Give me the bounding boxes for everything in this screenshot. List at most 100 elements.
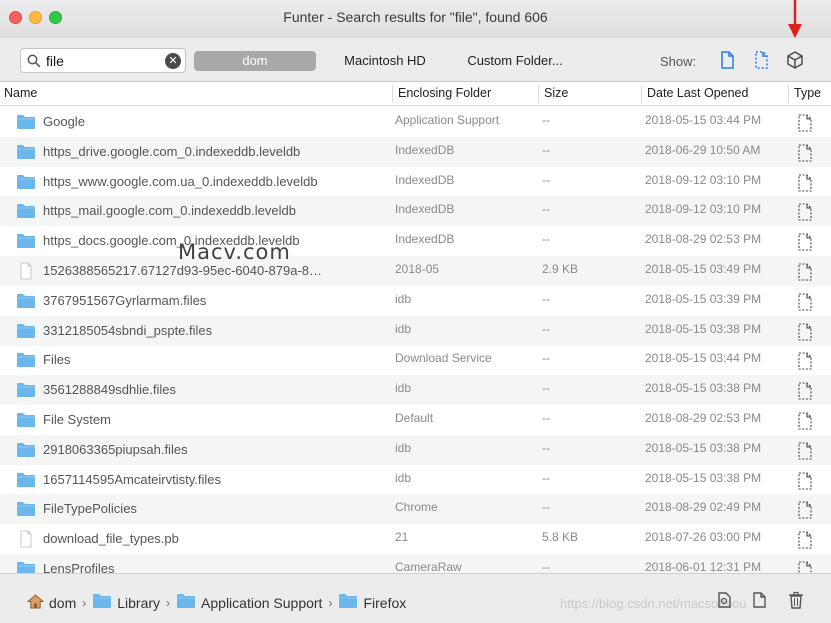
show-packages-icon[interactable] [785, 50, 805, 70]
red-arrow-annotation-icon [788, 0, 802, 38]
row-enclosing-folder: Download Service [395, 351, 492, 366]
show-files-icon[interactable] [717, 50, 737, 70]
row-enclosing-folder: idb [395, 470, 412, 485]
row-enclosing-folder: 2018-05 [395, 262, 440, 276]
folder-icon [176, 592, 196, 613]
row-size: -- [542, 172, 550, 187]
table-row[interactable]: 1526388565217.67127d93-95ec-6040-879a-8…… [0, 256, 831, 286]
table-row[interactable]: File System Default -- 2018-08-29 02:53 PM [0, 405, 831, 435]
row-date: 2018-05-15 03:38 PM [645, 381, 762, 396]
row-enclosing-folder: idb [395, 381, 412, 396]
search-input[interactable]: file [46, 53, 64, 69]
table-row[interactable]: https_docs.google.com_0.indexeddb.leveld… [0, 226, 831, 256]
window-title: Funter - Search results for "file", foun… [283, 9, 548, 25]
row-name: 3767951567Gyrlarmam.files [43, 292, 207, 308]
folder-icon [16, 232, 36, 250]
row-size: -- [542, 440, 550, 455]
table-row[interactable]: 3312185054sbndi_pspte.files idb -- 2018-05-… [0, 315, 831, 346]
breadcrumb-label: dom [49, 594, 77, 611]
file-icon [16, 262, 36, 280]
hidden-file-type-icon [797, 561, 813, 573]
hidden-file-type-icon [797, 412, 813, 430]
scope-custom-folder-button[interactable]: Custom Folder... [455, 51, 575, 71]
trash-icon[interactable] [786, 590, 806, 610]
row-date: 2018-05-15 03:38 PM [645, 470, 762, 485]
row-enclosing-folder: idb [395, 321, 412, 336]
table-row[interactable]: LensProfiles CameraRaw -- 2018-06-01 12:31 … [0, 554, 831, 573]
row-name: https_mail.google.com_0.indexeddb.leveld… [43, 203, 296, 219]
reveal-in-finder-icon[interactable] [715, 590, 735, 610]
scope-user-button[interactable]: dom [194, 51, 316, 71]
hidden-file-type-icon [797, 501, 813, 519]
row-enclosing-folder: IndexedDB [395, 232, 455, 247]
table-row[interactable]: Files Download Service -- 2018-05-15 03:44 … [0, 345, 831, 375]
table-row[interactable]: https_mail.google.com_0.indexeddb.leveld… [0, 196, 831, 227]
hidden-file-type-icon [797, 203, 813, 221]
table-row[interactable]: 3767951567Gyrlarmam.files idb -- 2018-05-15… [0, 286, 831, 316]
hidden-file-type-icon [797, 114, 813, 132]
column-date-header[interactable]: Date Last Opened [647, 86, 748, 100]
row-date: 2018-08-29 02:53 PM [645, 232, 762, 247]
breadcrumb-label: Firefox [363, 594, 407, 611]
show-label: Show: [660, 54, 697, 69]
search-icon [27, 54, 41, 68]
watermark-text: Macv.com [178, 240, 291, 264]
table-row[interactable]: 3561288849sdhlie.files idb -- 2018-05-15 03… [0, 375, 831, 406]
hidden-file-type-icon [797, 174, 813, 192]
row-name: https_drive.google.com_0.indexeddb.level… [43, 143, 301, 159]
row-date: 2018-05-15 03:44 PM [645, 351, 762, 366]
home-icon [26, 593, 45, 612]
toolbar: file ✕ dom Macintosh HD Custom Folder...… [0, 38, 831, 82]
breadcrumb-item[interactable]: Library [92, 592, 160, 613]
row-size: -- [542, 291, 550, 306]
hidden-file-type-icon [797, 382, 813, 400]
table-row[interactable]: download_file_types.pb 21 5.8 KB 2018-07-26… [0, 524, 831, 554]
breadcrumb-item[interactable]: dom [26, 593, 77, 612]
row-enclosing-folder: Default [395, 411, 434, 425]
row-enclosing-folder: 21 [395, 530, 409, 545]
open-file-icon[interactable] [750, 590, 770, 610]
row-date: 2018-06-01 12:31 PM [645, 560, 762, 573]
row-date: 2018-05-15 03:44 PM [645, 113, 762, 127]
folder-icon [16, 173, 36, 191]
folder-icon [16, 292, 36, 310]
row-size: 5.8 KB [542, 530, 579, 545]
row-name: 2918063365piupsah.files [43, 441, 188, 457]
column-type-header[interactable]: Type [794, 86, 821, 100]
column-size-header[interactable]: Size [544, 86, 568, 100]
column-divider[interactable] [788, 85, 789, 103]
folder-icon [16, 411, 36, 429]
row-date: 2018-07-26 03:00 PM [645, 530, 762, 545]
hidden-file-type-icon [797, 263, 813, 281]
table-row[interactable]: Google Application Support -- 2018-05-15 03… [0, 107, 831, 137]
title-bar: Funter - Search results for "file", foun… [0, 0, 831, 38]
folder-icon [16, 381, 36, 399]
row-date: 2018-05-15 03:38 PM [645, 440, 762, 455]
table-row[interactable]: 1657114595Amcateirvtisty.files idb -- 2018-… [0, 465, 831, 495]
table-row[interactable]: 2918063365piupsah.files idb -- 2018-05-15 0… [0, 434, 831, 465]
row-size: -- [542, 500, 550, 515]
clear-search-icon[interactable]: ✕ [165, 53, 181, 69]
column-name-header[interactable]: Name [4, 86, 37, 100]
column-divider[interactable] [538, 85, 539, 103]
show-hidden-files-icon[interactable] [751, 50, 771, 70]
table-row[interactable]: https_drive.google.com_0.indexeddb.level… [0, 136, 831, 167]
scope-disk-button[interactable]: Macintosh HD [330, 51, 440, 71]
breadcrumb-separator: › [328, 595, 333, 610]
breadcrumb-item[interactable]: Firefox [338, 592, 406, 613]
row-name: FileTypePolicies [43, 501, 137, 517]
breadcrumb-item[interactable]: Application Support [176, 592, 322, 613]
table-row[interactable]: https_www.google.com.ua_0.indexeddb.leve… [0, 167, 831, 197]
column-divider[interactable] [392, 85, 393, 103]
row-name: File System [43, 412, 111, 427]
hidden-file-type-icon [797, 442, 813, 460]
row-date: 2018-08-29 02:53 PM [645, 411, 762, 425]
column-folder-header[interactable]: Enclosing Folder [398, 86, 491, 100]
row-name: 1526388565217.67127d93-95ec-6040-879a-8… [43, 263, 323, 278]
column-divider[interactable] [641, 85, 642, 103]
row-enclosing-folder: idb [395, 440, 412, 455]
row-enclosing-folder: idb [395, 291, 412, 306]
row-name: download_file_types.pb [43, 531, 179, 547]
table-row[interactable]: FileTypePolicies Chrome -- 2018-08-29 02:49… [0, 494, 831, 525]
search-field[interactable]: file ✕ [20, 48, 186, 73]
